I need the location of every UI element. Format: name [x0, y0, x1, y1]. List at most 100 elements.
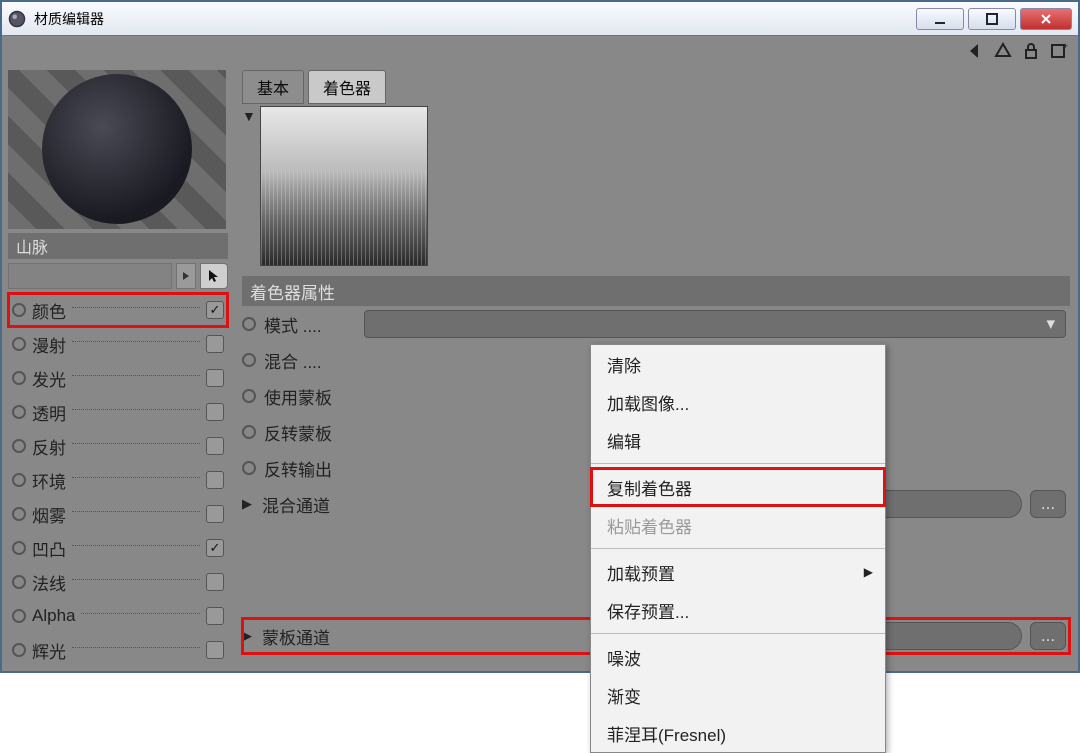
picker-expand-button[interactable] [176, 263, 196, 289]
channel-checkbox[interactable] [206, 607, 224, 625]
mask-channel-more-button[interactable]: ... [1030, 622, 1066, 650]
channel-bullet-icon [12, 303, 26, 317]
menu-fresnel[interactable]: 菲涅耳(Fresnel) [591, 714, 885, 752]
picker-row [8, 263, 228, 289]
menu-copy-shader[interactable]: 复制着色器 [591, 468, 885, 506]
channel-bullet-icon [12, 405, 26, 419]
prop-blend-label: 混合 .... [264, 348, 356, 373]
menu-separator [591, 548, 885, 549]
channel-checkbox[interactable] [206, 403, 224, 421]
channel-checkbox[interactable] [206, 573, 224, 591]
prop-bullet-icon [242, 425, 256, 439]
channel-checkbox[interactable] [206, 539, 224, 557]
channel-list: 颜色漫射发光透明反射环境烟雾凹凸法线 Alpha 辉光 [8, 293, 228, 667]
channel-checkbox[interactable] [206, 471, 224, 489]
channel-bullet-icon [12, 541, 26, 555]
prop-use-mask-label: 使用蒙板 [264, 384, 356, 409]
menu-save-preset[interactable]: 保存预置... [591, 591, 885, 629]
channel-alpha[interactable]: Alpha [8, 599, 228, 633]
channel-fog[interactable]: 烟雾 [8, 497, 228, 531]
picker-slot[interactable] [8, 263, 172, 289]
main-area: 山脉 颜色漫射发光透明反射环境烟雾凹凸法线 Alpha 辉光 基本 着色器 ▼ 着色… [2, 66, 1078, 671]
channel-label: 颜色 [32, 298, 66, 323]
minimize-button[interactable] [916, 8, 964, 30]
channel-checkbox[interactable] [206, 505, 224, 523]
shader-preview-row: ▼ [242, 102, 1070, 276]
menu-load-image[interactable]: 加载图像... [591, 383, 885, 421]
channel-environment[interactable]: 环境 [8, 463, 228, 497]
prop-bullet-icon [242, 389, 256, 403]
channel-label: 环境 [32, 468, 66, 493]
channel-label: 发光 [32, 366, 66, 391]
channel-bump[interactable]: 凹凸 [8, 531, 228, 565]
lock-icon[interactable] [1020, 40, 1042, 62]
menu-separator [591, 463, 885, 464]
expand-triangle-icon[interactable]: ▶ [242, 628, 254, 644]
material-preview[interactable] [8, 70, 226, 229]
nav-back-icon[interactable] [964, 40, 986, 62]
shader-preview-toggle[interactable]: ▼ [242, 106, 254, 266]
maximize-button[interactable] [968, 8, 1016, 30]
submenu-arrow-icon: ▶ [864, 565, 873, 579]
channel-label: 法线 [32, 570, 66, 595]
channel-bullet-icon [12, 371, 26, 385]
channel-bullet-icon [12, 439, 26, 453]
channel-diffuse[interactable]: 漫射 [8, 327, 228, 361]
menu-clear[interactable]: 清除 [591, 345, 885, 383]
channel-glow[interactable]: 辉光 [8, 633, 228, 667]
prop-bullet-icon [242, 353, 256, 367]
channel-checkbox[interactable] [206, 301, 224, 319]
channel-checkbox[interactable] [206, 369, 224, 387]
channel-bullet-icon [12, 609, 26, 623]
nav-up-icon[interactable] [992, 40, 1014, 62]
channel-color[interactable]: 颜色 [8, 293, 228, 327]
channel-normal[interactable]: 法线 [8, 565, 228, 599]
menu-load-preset[interactable]: 加载预置▶ [591, 553, 885, 591]
shader-context-menu: 清除 加载图像... 编辑 复制着色器 粘贴着色器 加载预置▶ 保存预置... … [590, 344, 886, 753]
expand-triangle-icon[interactable]: ▶ [242, 496, 254, 512]
prop-blend-channel-label: 混合通道 [262, 492, 354, 517]
menu-separator [591, 633, 885, 634]
channel-label: 辉光 [32, 638, 66, 663]
channel-checkbox[interactable] [206, 437, 224, 455]
channel-bullet-icon [12, 575, 26, 589]
top-toolbar: + [2, 36, 1078, 66]
menu-edit[interactable]: 编辑 [591, 421, 885, 459]
blend-channel-more-button[interactable]: ... [1030, 490, 1066, 518]
mode-dropdown[interactable]: ▾ [364, 310, 1066, 338]
titlebar: 材质编辑器 [2, 2, 1078, 36]
prop-mode-label: 模式 .... [264, 312, 356, 337]
channel-label: 凹凸 [32, 536, 66, 561]
channel-luminance[interactable]: 发光 [8, 361, 228, 395]
channel-bullet-icon [12, 337, 26, 351]
channel-bullet-icon [12, 507, 26, 521]
tabs: 基本 着色器 [242, 70, 1070, 102]
channel-label: 透明 [32, 400, 66, 425]
tab-shader[interactable]: 着色器 [308, 70, 386, 104]
channel-label: 漫射 [32, 332, 66, 357]
channel-label: Alpha [32, 606, 75, 626]
channel-bullet-icon [12, 473, 26, 487]
channel-checkbox[interactable] [206, 641, 224, 659]
chevron-down-icon: ▾ [1046, 314, 1055, 334]
cursor-pick-button[interactable] [200, 263, 228, 289]
menu-noise[interactable]: 噪波 [591, 638, 885, 676]
right-panel: 基本 着色器 ▼ 着色器属性 模式 .... ▾ 混合 .... 使用蒙板 [234, 66, 1078, 671]
tab-basic[interactable]: 基本 [242, 70, 304, 104]
close-button[interactable] [1020, 8, 1072, 30]
menu-gradient[interactable]: 渐变 [591, 676, 885, 714]
prop-invert-mask-label: 反转蒙板 [264, 420, 356, 445]
window-title: 材质编辑器 [34, 9, 916, 29]
shader-preview[interactable] [260, 106, 428, 266]
channel-reflection[interactable]: 反射 [8, 429, 228, 463]
svg-text:+: + [1063, 42, 1068, 51]
shader-props-header: 着色器属性 [242, 276, 1070, 306]
new-tab-icon[interactable]: + [1048, 40, 1070, 62]
prop-mask-channel-label: 蒙板通道 [262, 624, 354, 649]
material-name-field[interactable]: 山脉 [8, 233, 228, 259]
channel-checkbox[interactable] [206, 335, 224, 353]
channel-transparency[interactable]: 透明 [8, 395, 228, 429]
left-sidebar: 山脉 颜色漫射发光透明反射环境烟雾凹凸法线 Alpha 辉光 [2, 66, 234, 671]
prop-bullet-icon [242, 461, 256, 475]
channel-bullet-icon [12, 643, 26, 657]
